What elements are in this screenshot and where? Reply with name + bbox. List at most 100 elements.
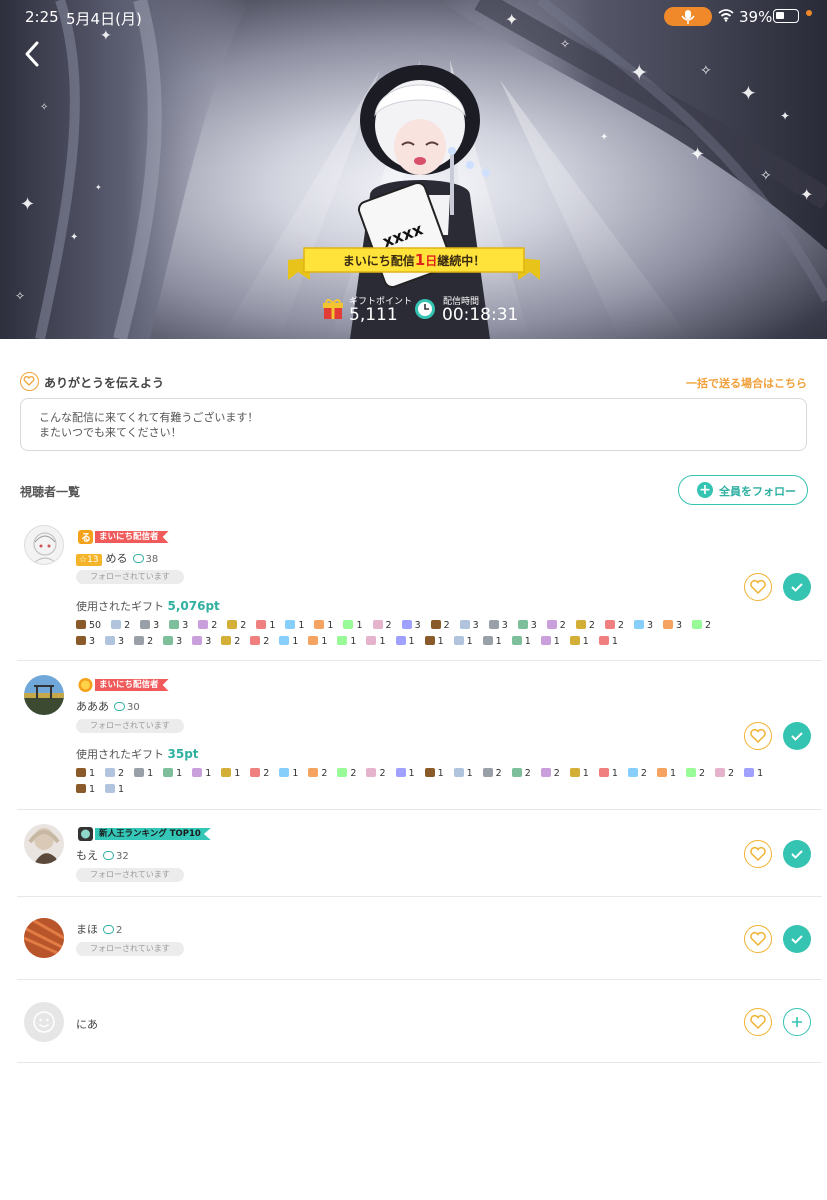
gift-icon xyxy=(604,620,615,629)
gift-item: 3 xyxy=(192,636,211,647)
gift-item: 1 xyxy=(76,768,95,779)
gift-icon xyxy=(662,620,673,629)
gift-icon xyxy=(366,768,377,777)
gift-icon xyxy=(192,636,203,645)
svg-text:✦: ✦ xyxy=(630,61,648,86)
following-check-button[interactable] xyxy=(783,840,811,868)
gift-item: 2 xyxy=(575,620,595,631)
default-avatar-icon[interactable] xyxy=(24,1002,64,1042)
follow-button[interactable] xyxy=(783,1008,811,1036)
thank-heart-button[interactable] xyxy=(744,840,772,868)
gift-icon xyxy=(285,620,296,629)
gift-count: 1 xyxy=(356,620,363,631)
thank-heart-button[interactable] xyxy=(744,722,772,750)
gift-icon xyxy=(685,768,696,777)
check-icon xyxy=(791,850,803,859)
badge-label: まいにち配信者 xyxy=(95,531,169,543)
gift-icon xyxy=(111,620,122,629)
level-badge: ☆13 xyxy=(76,554,102,566)
thank-heart-button[interactable] xyxy=(744,573,772,601)
thanks-message-line2: またいつでも来てください！ xyxy=(39,426,182,439)
bulk-send-link[interactable]: 一括で送る場合はこちら xyxy=(686,375,807,391)
gift-icon xyxy=(76,620,86,629)
gift-item: 2 xyxy=(715,768,734,779)
gift-item: 1 xyxy=(569,768,589,779)
gift-count: 1 xyxy=(669,768,676,779)
gift-icon xyxy=(482,768,493,777)
viewer-row: まいにち配信者 あああ 30 フォローされています 使用されたギフト 35pt 1… xyxy=(0,661,827,810)
gift-item: 1 xyxy=(424,768,444,779)
svg-text:✦: ✦ xyxy=(70,232,78,243)
following-check-button[interactable] xyxy=(783,573,811,601)
gift-item: 2 xyxy=(511,768,531,779)
gift-list-line: 3 3 2 3 3 2 2 1 1 1 1 1 1 1 1 1 1 1 1 xyxy=(76,636,628,647)
gift-total: 35pt xyxy=(167,747,199,761)
gift-item: 2 xyxy=(546,620,566,631)
crown-icon: る xyxy=(77,529,94,545)
gift-count: 1 xyxy=(176,768,183,779)
following-check-button[interactable] xyxy=(783,925,811,953)
gift-count: 2 xyxy=(240,620,247,631)
microphone-indicator-icon xyxy=(664,7,712,26)
thanks-header: ありがとうを伝えよう 一括で送る場合はこちら xyxy=(20,371,807,393)
comment-count: 30 xyxy=(114,702,140,713)
gift-count: 2 xyxy=(350,768,357,779)
gift-count: 1 xyxy=(757,768,764,779)
avatar[interactable] xyxy=(24,525,64,565)
svg-text:✧: ✧ xyxy=(15,289,25,303)
svg-text:る: る xyxy=(81,532,91,544)
check-icon xyxy=(791,583,803,592)
gift-count: 1 xyxy=(408,636,415,647)
gift-item: 2 xyxy=(482,768,502,779)
avatar[interactable] xyxy=(24,824,64,864)
heart-icon xyxy=(750,931,766,947)
status-bar: 2:25 5月4日(月) 39% xyxy=(0,0,827,34)
gift-count: 2 xyxy=(234,636,241,647)
gift-count: 3 xyxy=(118,636,125,647)
gift-count: 2 xyxy=(495,768,502,779)
gift-item: 3 xyxy=(76,636,95,647)
gift-icon xyxy=(633,620,644,629)
gift-item: 1 xyxy=(482,636,502,647)
gift-icon xyxy=(430,620,441,629)
gift-icon xyxy=(627,768,638,777)
gift-item: 1 xyxy=(279,768,298,779)
avatar[interactable] xyxy=(24,675,64,715)
gift-item: 1 xyxy=(511,636,531,647)
status-time: 2:25 xyxy=(25,8,59,26)
avatar[interactable] xyxy=(24,918,64,958)
gift-list-line: 11 xyxy=(76,784,134,795)
gift-icon xyxy=(395,768,406,777)
follow-all-button[interactable]: + 全員をフォロー xyxy=(678,475,808,505)
gift-icon xyxy=(163,768,174,777)
gift-count: 50 xyxy=(89,620,102,631)
following-check-button[interactable] xyxy=(783,722,811,750)
gift-item: 1 xyxy=(105,784,124,795)
back-button[interactable] xyxy=(18,38,46,70)
gift-item: 1 xyxy=(744,768,763,779)
thank-heart-button[interactable] xyxy=(744,925,772,953)
gift-item: 2 xyxy=(540,768,560,779)
gift-list-line: 1 2 1 1 1 1 2 1 2 2 2 1 1 1 2 2 2 1 1 2 1 2 2 1 xyxy=(76,768,773,779)
thank-heart-button[interactable] xyxy=(744,1008,772,1036)
thanks-message-field[interactable]: こんな配信に来てくれて有難うございます！ またいつでも来てください！ xyxy=(20,398,807,451)
gift-list-line: 50 2 3 3 2 2 1 1 1 1 2 3 2 3 3 3 2 2 2 3 3 2 xyxy=(76,620,721,631)
gift-count: 1 xyxy=(118,784,125,795)
gift-item: 2 xyxy=(105,768,124,779)
gift-count: 1 xyxy=(582,636,589,647)
gift-icon xyxy=(575,620,586,629)
follow-all-label: 全員をフォロー xyxy=(719,485,796,498)
gift-icon xyxy=(105,768,116,777)
gift-count: 2 xyxy=(640,768,647,779)
svg-text:✦: ✦ xyxy=(600,132,608,143)
gift-icon xyxy=(227,620,238,629)
comment-bubble-icon xyxy=(114,702,125,711)
gift-count: 2 xyxy=(124,620,131,631)
clock-icon xyxy=(415,299,435,319)
gift-icon xyxy=(105,784,116,793)
gift-count: 1 xyxy=(466,636,473,647)
gift-item: 2 xyxy=(685,768,705,779)
svg-text:✧: ✧ xyxy=(760,168,772,184)
viewer-name: あああ xyxy=(76,700,109,713)
gift-icon xyxy=(715,768,726,777)
